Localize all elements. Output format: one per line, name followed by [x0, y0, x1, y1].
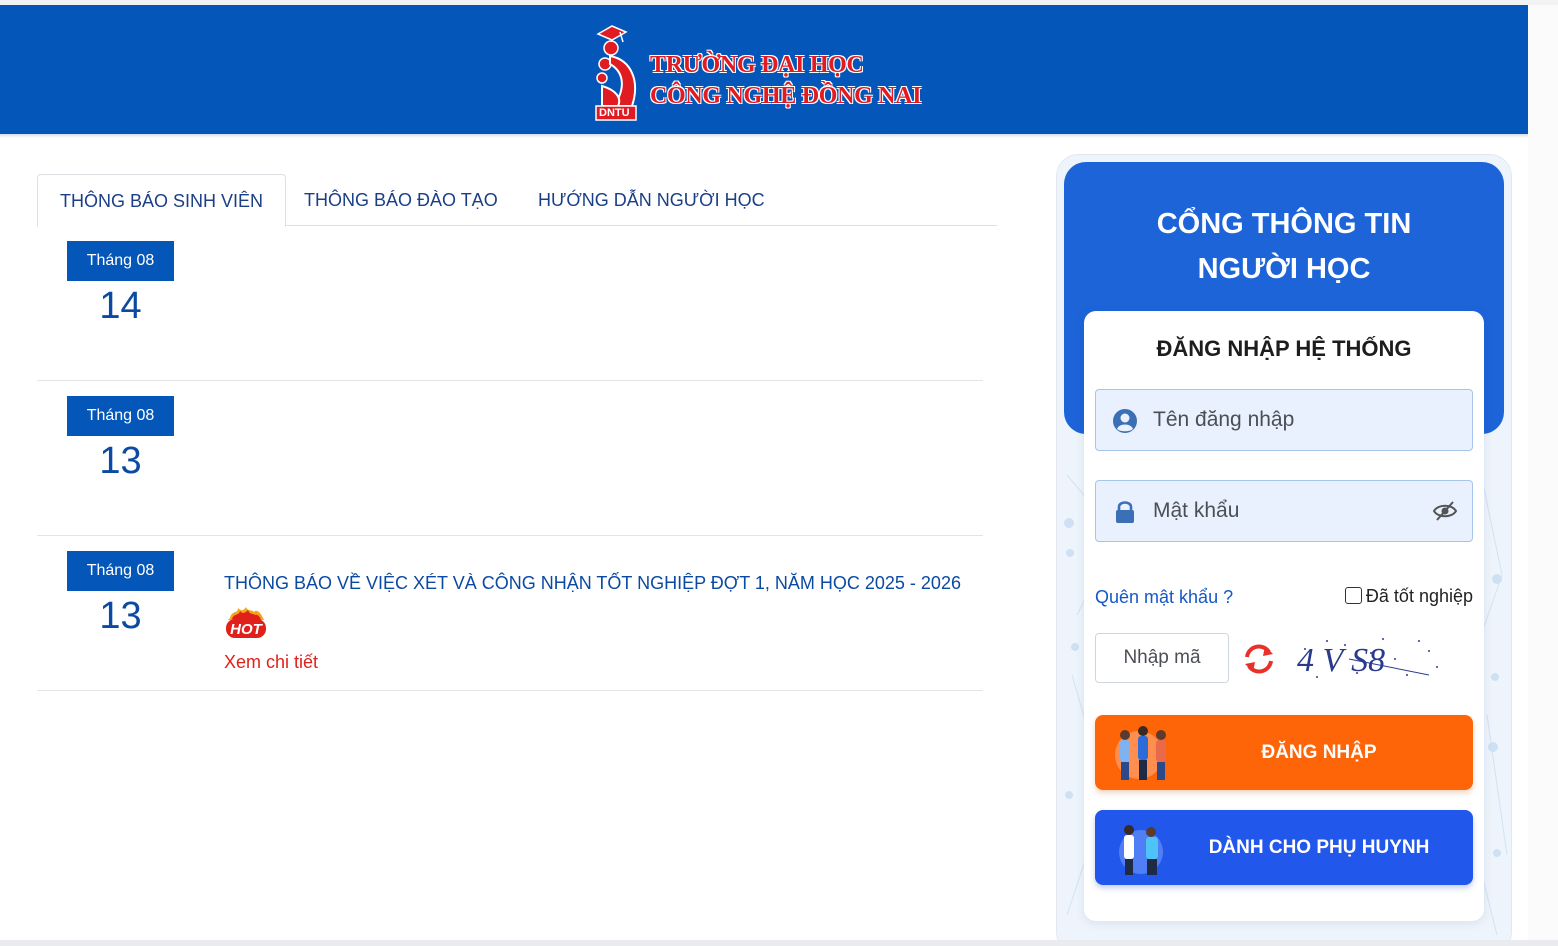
news-date-month: Tháng 08	[67, 241, 174, 281]
news-date-day: 13	[99, 440, 142, 482]
login-panel: CỔNG THÔNG TIN NGƯỜI HỌC ĐĂNG NHẬP HỆ TH…	[1056, 154, 1512, 946]
login-button-label: ĐĂNG NHẬP	[1261, 742, 1377, 763]
captcha-image: 4 V S8	[1297, 638, 1438, 679]
news-tabs: THÔNG BÁO SINH VIÊN THÔNG BÁO ĐÀO TẠO HƯ…	[37, 174, 997, 227]
lock-icon	[1116, 501, 1134, 523]
hot-badge-icon: HOT	[226, 607, 266, 638]
tab-thong-bao-sinh-vien[interactable]: THÔNG BÁO SINH VIÊN	[37, 174, 287, 227]
graduated-checkbox-box[interactable]	[1344, 587, 1362, 604]
portal-title-line2: NGƯỜI HỌC	[1197, 253, 1371, 285]
username-field[interactable]: Tên đăng nhập	[1095, 389, 1473, 451]
view-detail-link[interactable]: Xem chi tiết	[224, 652, 318, 673]
page-bottom-bar	[0, 940, 1558, 946]
graduated-label: Đã tốt nghiệp	[1365, 586, 1473, 606]
login-button[interactable]: ĐĂNG NHẬP	[1095, 715, 1473, 790]
captcha-input[interactable]: Nhập mã	[1095, 633, 1229, 683]
password-field[interactable]: Mật khẩu	[1095, 480, 1473, 542]
news-item: Tháng 08 14	[37, 226, 983, 381]
refresh-captcha-icon[interactable]	[1241, 642, 1277, 676]
login-form-title: ĐĂNG NHẬP HỆ THỐNG	[1156, 336, 1412, 361]
captcha-text: 4 V S8	[1297, 642, 1385, 679]
news-title-link[interactable]: THÔNG BÁO VỀ VIỆC XÉT VÀ CÔNG NHẬN TỐT N…	[224, 573, 961, 594]
login-form: ĐĂNG NHẬP HỆ THỐNG Tên đăng nhập Mật khẩ…	[1084, 311, 1484, 921]
eye-slash-icon[interactable]	[1432, 500, 1458, 522]
logo-abbr: DNTU	[599, 107, 630, 119]
news-date-month: Tháng 08	[67, 551, 174, 591]
school-name-line2: CÔNG NGHỆ ĐỒNG NAI	[650, 83, 922, 109]
portal-title: CỔNG THÔNG TIN NGƯỜI HỌC	[1064, 202, 1504, 292]
parent-portal-button[interactable]: DÀNH CHO PHỤ HUYNH	[1095, 810, 1473, 885]
school-logo[interactable]: DNTU TRƯỜNG ĐẠI HỌC CÔNG NGHỆ ĐỒNG NAI	[592, 20, 937, 125]
hot-badge-text: HOT	[230, 621, 264, 638]
site-header: DNTU TRƯỜNG ĐẠI HỌC CÔNG NGHỆ ĐỒNG NAI	[0, 5, 1528, 134]
parent-portal-button-label: DÀNH CHO PHỤ HUYNH	[1208, 837, 1430, 858]
user-circle-icon	[1113, 409, 1137, 433]
portal-title-line1: CỔNG THÔNG TIN	[1156, 208, 1412, 240]
password-placeholder: Mật khẩu	[1153, 499, 1240, 522]
school-name-line1: TRƯỜNG ĐẠI HỌC	[650, 52, 864, 78]
news-item: Tháng 08 13	[37, 381, 983, 536]
tab-huong-dan-nguoi-hoc[interactable]: HƯỚNG DẪN NGƯỜI HỌC	[516, 174, 787, 226]
school-name: TRƯỜNG ĐẠI HỌC CÔNG NGHỆ ĐỒNG NAI	[650, 50, 922, 112]
page-right-gutter	[1528, 5, 1558, 946]
tab-thong-bao-dao-tao[interactable]: THÔNG BÁO ĐÀO TẠO	[282, 174, 520, 226]
news-date-month: Tháng 08	[67, 396, 174, 436]
header-shadow	[0, 134, 1528, 138]
news-date-day: 14	[99, 285, 142, 327]
news-date-day: 13	[99, 595, 142, 637]
forgot-password-link[interactable]: Quên mật khẩu ?	[1095, 587, 1233, 608]
username-placeholder: Tên đăng nhập	[1153, 408, 1295, 431]
news-item: Tháng 08 13 THÔNG BÁO VỀ VIỆC XÉT VÀ CÔN…	[37, 536, 983, 691]
graduated-checkbox[interactable]: Đã tốt nghiệp	[1344, 586, 1473, 607]
